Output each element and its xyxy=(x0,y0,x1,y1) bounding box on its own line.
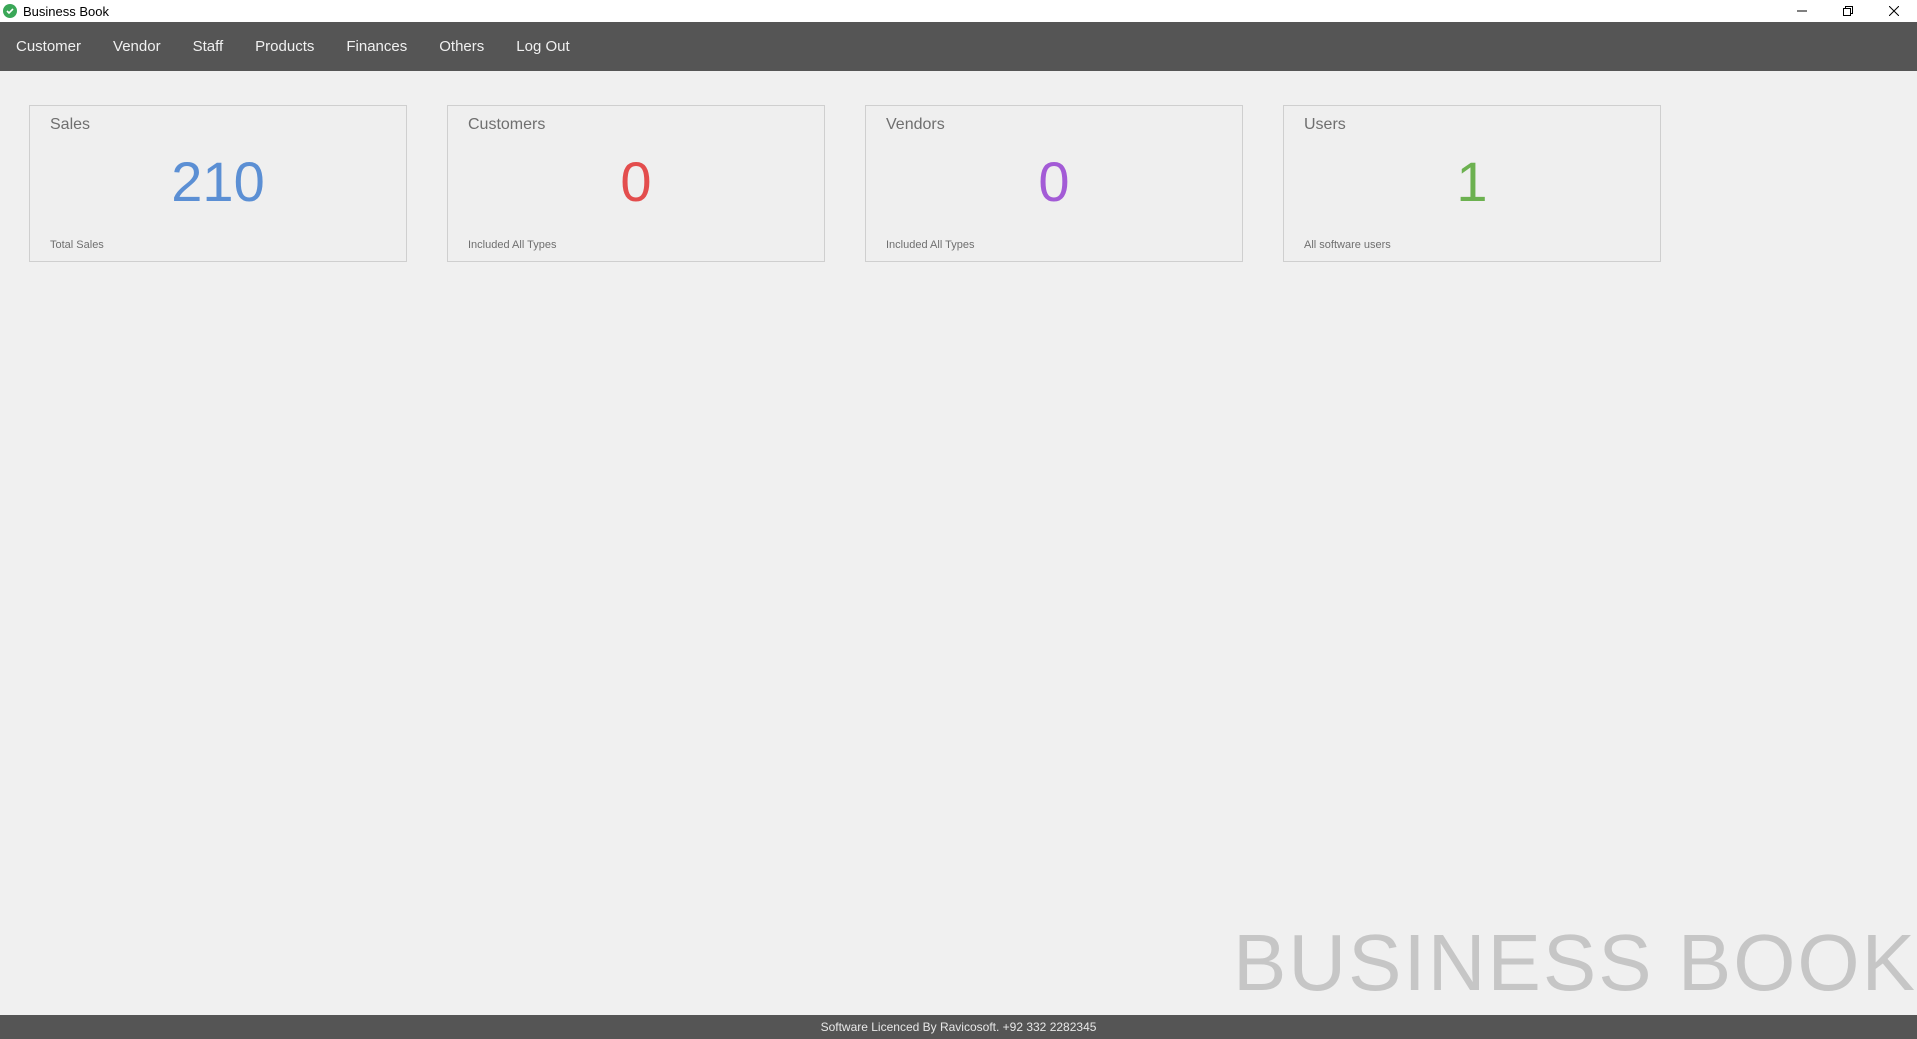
card-subtitle: Included All Types xyxy=(886,239,975,251)
card-title: Sales xyxy=(50,116,91,133)
card-title: Customers xyxy=(468,116,546,133)
customers-card: Customers 0 Included All Types xyxy=(447,105,825,262)
restore-button[interactable] xyxy=(1825,0,1871,22)
minimize-icon xyxy=(1797,10,1807,12)
card-title: Vendors xyxy=(886,116,945,133)
menu-item-products[interactable]: Products xyxy=(239,22,330,71)
sales-card: Sales 210 Total Sales xyxy=(29,105,407,262)
close-icon xyxy=(1889,6,1899,16)
status-footer: Software Licenced By Ravicosoft. +92 332… xyxy=(0,1015,1917,1039)
restore-icon xyxy=(1843,6,1853,16)
card-value: 0 xyxy=(1038,150,1070,213)
license-text: Software Licenced By Ravicosoft. +92 332… xyxy=(820,1020,1097,1034)
card-value: 1 xyxy=(1456,150,1488,213)
main-menu: Customer Vendor Staff Products Finances … xyxy=(0,22,1917,71)
title-bar: Business Book xyxy=(0,0,1917,22)
menu-item-staff[interactable]: Staff xyxy=(177,22,240,71)
minimize-button[interactable] xyxy=(1779,0,1825,22)
window-title: Business Book xyxy=(23,3,109,19)
menu-item-others[interactable]: Others xyxy=(423,22,500,71)
card-value: 0 xyxy=(620,150,652,213)
card-subtitle: All software users xyxy=(1304,239,1391,251)
check-circle-icon xyxy=(3,4,17,18)
card-subtitle: Total Sales xyxy=(50,239,104,251)
app-watermark: BUSINESS BOOK xyxy=(1233,918,1917,1007)
menu-item-finances[interactable]: Finances xyxy=(330,22,423,71)
card-subtitle: Included All Types xyxy=(468,239,557,251)
users-card: Users 1 All software users xyxy=(1283,105,1661,262)
card-value: 210 xyxy=(171,150,265,213)
vendors-card: Vendors 0 Included All Types xyxy=(865,105,1243,262)
menu-item-vendor[interactable]: Vendor xyxy=(97,22,177,71)
close-button[interactable] xyxy=(1871,0,1917,22)
menu-item-customer[interactable]: Customer xyxy=(0,22,97,71)
menu-item-logout[interactable]: Log Out xyxy=(500,22,585,71)
card-title: Users xyxy=(1304,116,1346,133)
window-controls xyxy=(1779,0,1917,22)
